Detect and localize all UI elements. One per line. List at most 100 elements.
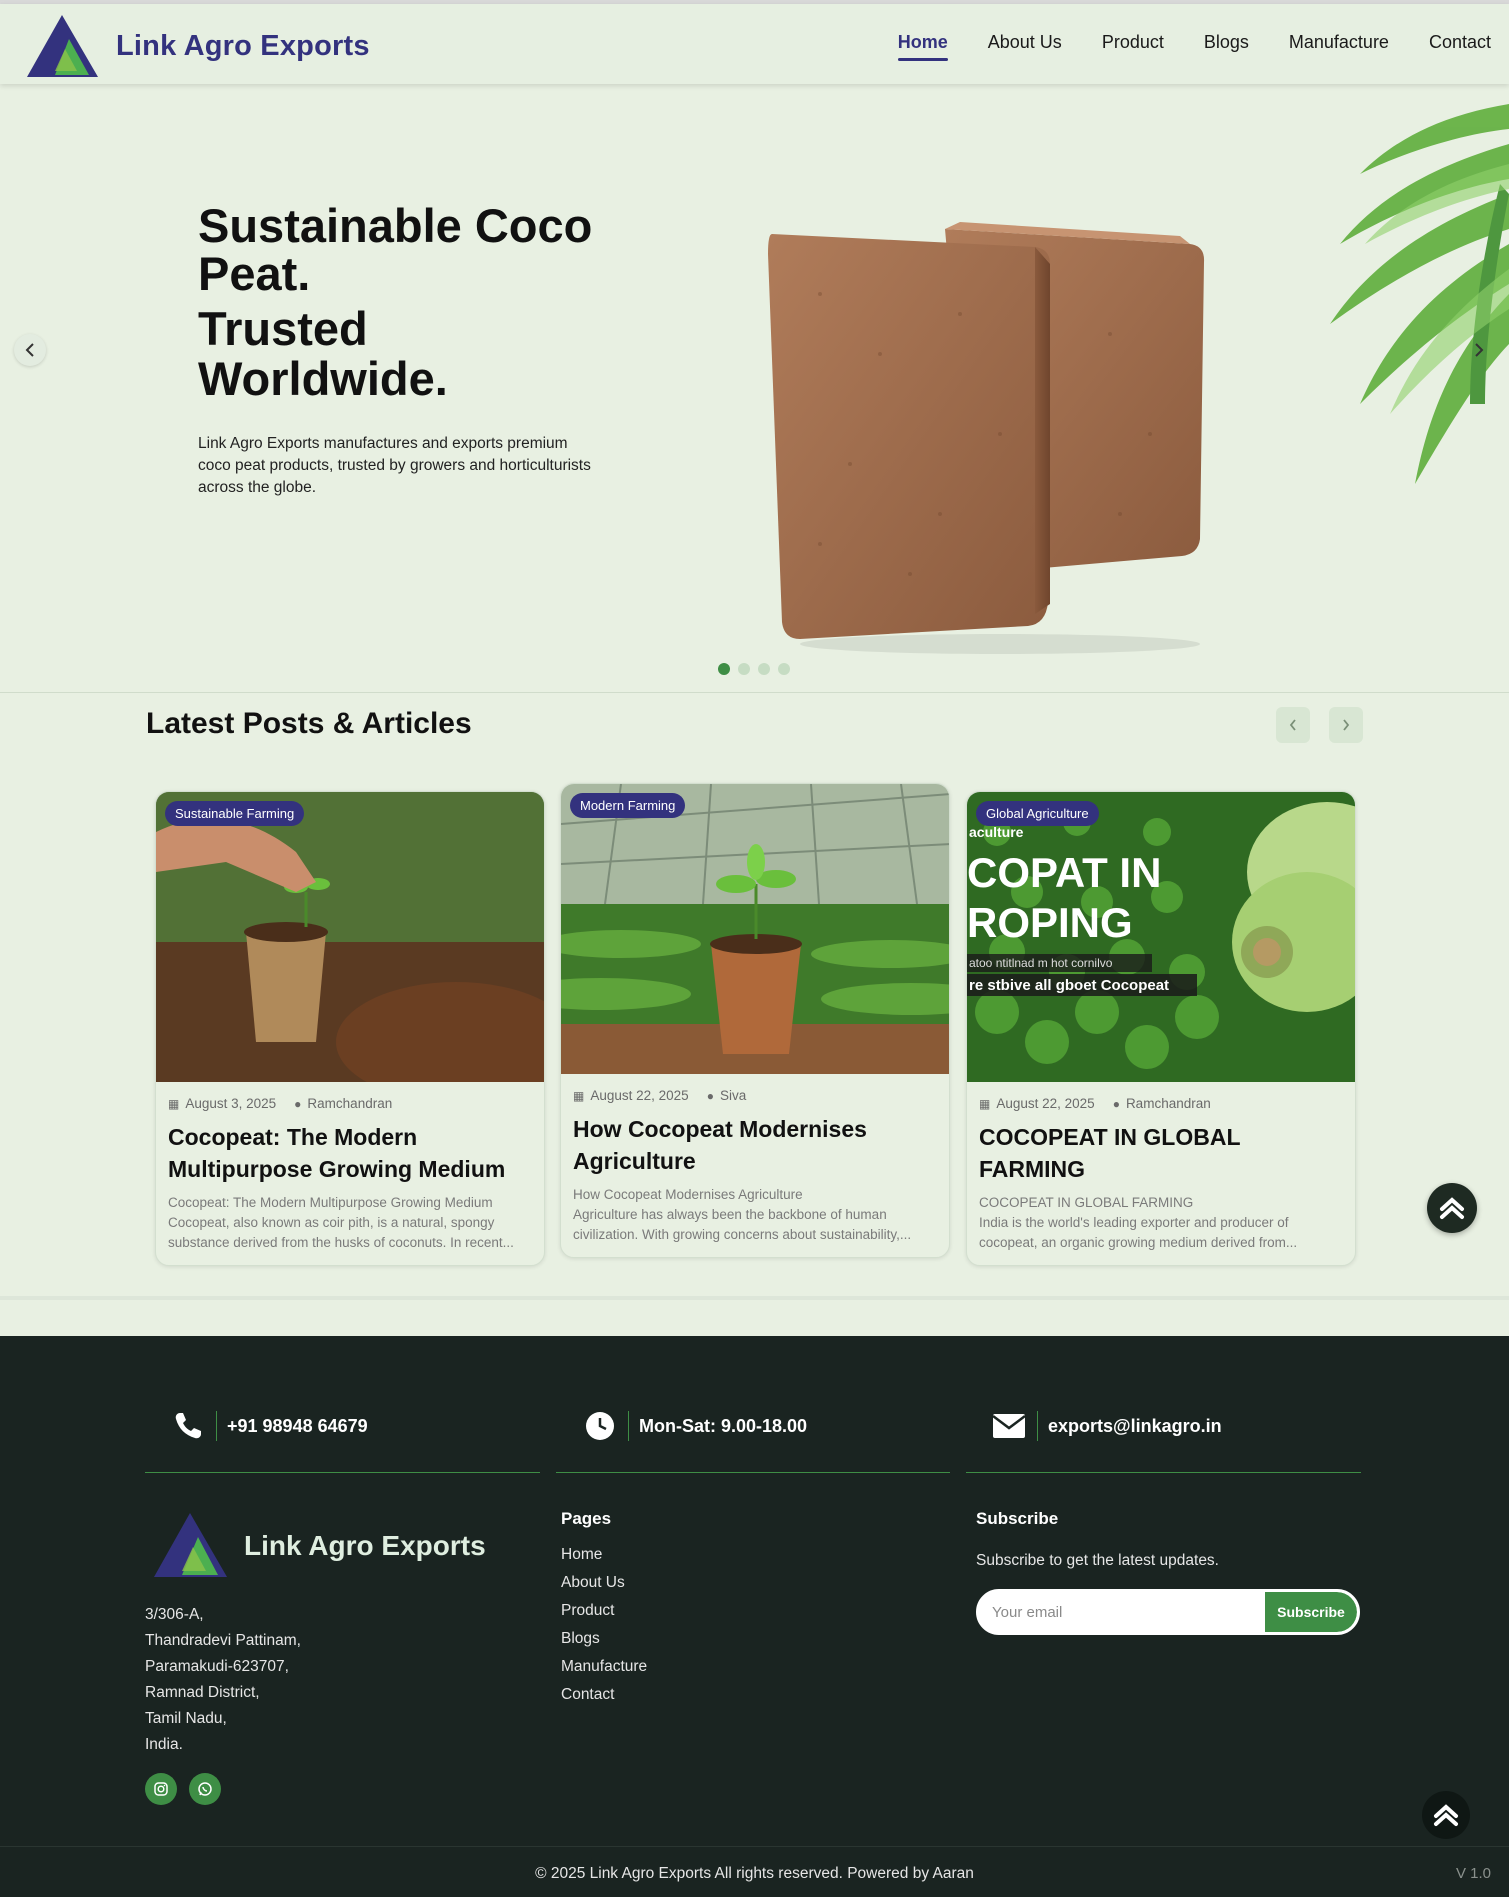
chevron-left-icon — [1289, 719, 1296, 731]
carousel-dot-1[interactable] — [718, 663, 730, 675]
email-address[interactable]: exports@linkagro.in — [1048, 1416, 1222, 1437]
posts-next-button[interactable] — [1329, 707, 1363, 743]
carousel-dot-3[interactable] — [758, 663, 770, 675]
separator — [216, 1411, 217, 1441]
carousel-indicators — [718, 663, 790, 675]
post-title[interactable]: Cocopeat: The Modern Multipurpose Growin… — [156, 1111, 544, 1185]
section-divider — [0, 1296, 1509, 1300]
user-icon: ● — [294, 1097, 302, 1111]
excerpt-line: Agriculture has always been the backbone… — [573, 1207, 887, 1222]
separator — [1037, 1411, 1038, 1441]
address-line: 3/306-A, — [145, 1606, 204, 1623]
excerpt-line: civilization. With growing concerns abou… — [573, 1227, 912, 1242]
footer-link-home[interactable]: Home — [561, 1543, 647, 1566]
instagram-icon — [154, 1782, 168, 1796]
seedling-hand-image — [156, 792, 544, 1082]
separator — [628, 1411, 629, 1441]
post-category-badge[interactable]: Sustainable Farming — [165, 801, 305, 826]
footer-link-about[interactable]: About Us — [561, 1571, 647, 1594]
scroll-to-top-button[interactable] — [1427, 1183, 1477, 1233]
chevron-right-icon — [1475, 343, 1484, 357]
nav-item-about[interactable]: About Us — [988, 32, 1062, 59]
scroll-to-top-button[interactable] — [1422, 1791, 1470, 1839]
post-excerpt: How Cocopeat Modernises Agriculture Agri… — [561, 1177, 949, 1257]
nav-item-manufacture[interactable]: Manufacture — [1289, 32, 1389, 59]
email-input[interactable] — [979, 1592, 1265, 1632]
post-title[interactable]: How Cocopeat Modernises Agriculture — [561, 1103, 949, 1177]
carousel-next-button[interactable] — [1463, 334, 1495, 366]
brand-name[interactable]: Link Agro Exports — [116, 30, 370, 63]
subscribe-description: Subscribe to get the latest updates. — [976, 1552, 1219, 1569]
post-card[interactable]: Modern Farming ▦ August 22, 2025 ● Siva Ho… — [560, 783, 950, 1258]
image-text: COPAT IN — [967, 849, 1161, 896]
coco-peat-block-image — [768, 222, 1205, 654]
nav-item-blogs[interactable]: Blogs — [1204, 32, 1249, 59]
nav-item-home[interactable]: Home — [897, 32, 948, 61]
post-card[interactable]: aculture COPAT IN ROPING atoo ntitlnad m… — [966, 791, 1356, 1266]
post-image: Sustainable Farming — [156, 792, 544, 1082]
footer-pages-list: Home About Us Product Blogs Manufacture … — [561, 1543, 647, 1706]
post-date: August 22, 2025 — [996, 1096, 1095, 1111]
post-category-badge[interactable]: Global Agriculture — [976, 801, 1099, 826]
nav-item-contact[interactable]: Contact — [1429, 32, 1491, 59]
footer-link-blogs[interactable]: Blogs — [561, 1627, 647, 1650]
phone-number[interactable]: +91 98948 64679 — [227, 1416, 368, 1437]
post-date: August 22, 2025 — [590, 1088, 689, 1103]
footer-logo-icon[interactable] — [152, 1511, 229, 1579]
post-author: Siva — [719, 1088, 747, 1103]
divider — [145, 1472, 540, 1473]
logo-icon[interactable] — [25, 13, 100, 79]
excerpt-line: substance derived from the husks of coco… — [168, 1235, 514, 1250]
copyright-text: © 2025 Link Agro Exports All rights rese… — [535, 1865, 974, 1882]
carousel-dot-4[interactable] — [778, 663, 790, 675]
section-divider — [0, 692, 1509, 693]
post-image: Modern Farming — [561, 784, 949, 1074]
post-meta: ▦ August 22, 2025 ● Siva — [561, 1074, 949, 1103]
address-line: India. — [145, 1736, 183, 1753]
post-category-badge[interactable]: Modern Farming — [570, 793, 686, 818]
user-icon: ● — [1112, 1097, 1120, 1111]
navbar: Link Agro Exports Home About Us Product … — [0, 4, 1509, 84]
post-author: Ramchandran — [307, 1096, 393, 1111]
cocopeat-global-image: aculture COPAT IN ROPING atoo ntitlnad m… — [967, 792, 1355, 1082]
excerpt-line: How Cocopeat Modernises Agriculture — [573, 1187, 803, 1202]
whatsapp-button[interactable] — [189, 1773, 221, 1805]
footer-link-product[interactable]: Product — [561, 1599, 647, 1622]
double-chevron-up-icon — [1434, 1804, 1458, 1826]
footer-email[interactable]: exports@linkagro.in — [991, 1408, 1222, 1444]
clock-icon — [582, 1408, 618, 1444]
carousel-prev-button[interactable] — [14, 334, 46, 366]
address-line: Paramakudi-623707, — [145, 1658, 289, 1675]
footer-link-manufacture[interactable]: Manufacture — [561, 1655, 647, 1678]
excerpt-line: cocopeat, an organic growing medium deri… — [979, 1235, 1298, 1250]
post-title[interactable]: COCOPEAT IN GLOBAL FARMING — [967, 1111, 1355, 1185]
greenhouse-seedling-image — [561, 784, 949, 1074]
post-card[interactable]: Sustainable Farming ▦ August 3, 2025 ● Ram… — [155, 791, 545, 1266]
excerpt-line: Cocopeat, also known as coir pith, is a … — [168, 1215, 495, 1230]
chevron-left-icon — [25, 343, 34, 357]
pages-heading: Pages — [561, 1509, 612, 1528]
business-hours: Mon-Sat: 9.00-18.00 — [639, 1415, 808, 1436]
nav-item-product[interactable]: Product — [1102, 32, 1164, 59]
footer-hours: Mon-Sat: 9.00-18.00 — [582, 1408, 807, 1444]
posts-heading: Latest Posts & Articles — [146, 707, 472, 740]
footer-link-contact[interactable]: Contact — [561, 1683, 647, 1706]
hero-subtitle: Trusted Worldwide. — [198, 302, 448, 405]
footer: +91 98948 64679 Mon-Sat: 9.00-18.00 expo… — [0, 1336, 1509, 1897]
double-chevron-up-icon — [1440, 1197, 1464, 1219]
image-text: ROPING — [967, 899, 1133, 946]
subscribe-heading: Subscribe — [976, 1509, 1059, 1528]
post-date: August 3, 2025 — [185, 1096, 277, 1111]
posts-prev-button[interactable] — [1276, 707, 1310, 743]
instagram-button[interactable] — [145, 1773, 177, 1805]
address-line: Thandradevi Pattinam, — [145, 1632, 301, 1649]
image-text: re stbive all gboet Cocopeat — [969, 977, 1169, 994]
image-text: atoo ntitlnad m hot cornilvo — [969, 956, 1113, 970]
calendar-icon: ▦ — [979, 1097, 991, 1111]
excerpt-line: India is the world's leading exporter an… — [979, 1215, 1289, 1230]
footer-phone[interactable]: +91 98948 64679 — [170, 1408, 368, 1444]
carousel-dot-2[interactable] — [738, 663, 750, 675]
footer-brand-name[interactable]: Link Agro Exports — [244, 1530, 486, 1562]
subscribe-button[interactable]: Subscribe — [1265, 1592, 1357, 1632]
excerpt-line: Cocopeat: The Modern Multipurpose Growin… — [168, 1195, 493, 1210]
